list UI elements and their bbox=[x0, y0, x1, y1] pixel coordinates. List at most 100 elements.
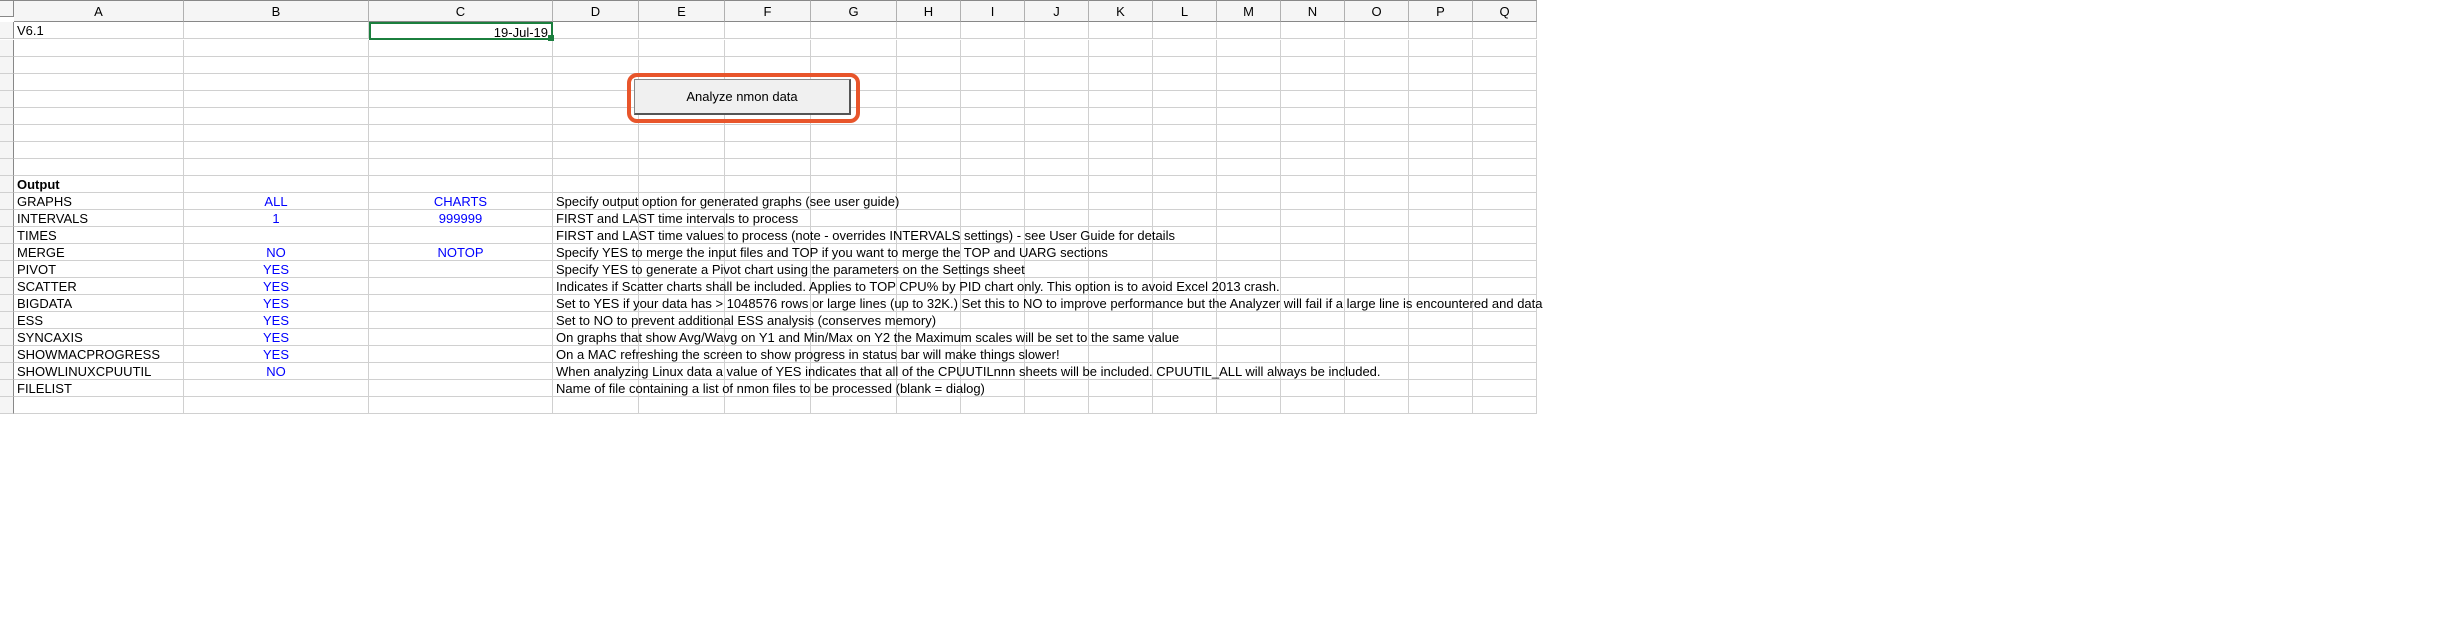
cell[interactable] bbox=[961, 193, 1025, 210]
row-header[interactable] bbox=[0, 210, 14, 227]
cell[interactable] bbox=[1089, 22, 1153, 39]
cell[interactable] bbox=[1409, 380, 1473, 397]
cell[interactable] bbox=[553, 91, 639, 108]
cell[interactable] bbox=[1473, 142, 1537, 159]
cell[interactable] bbox=[184, 125, 369, 142]
cell[interactable] bbox=[1345, 57, 1409, 74]
column-header-D[interactable]: D bbox=[553, 0, 639, 22]
cell[interactable] bbox=[1281, 380, 1345, 397]
cell[interactable] bbox=[639, 40, 725, 57]
cell[interactable] bbox=[1345, 74, 1409, 91]
cell[interactable] bbox=[1281, 397, 1345, 414]
cell[interactable] bbox=[811, 57, 897, 74]
cell[interactable] bbox=[369, 142, 553, 159]
column-header-J[interactable]: J bbox=[1025, 0, 1089, 22]
setting-name[interactable]: BIGDATA bbox=[14, 295, 184, 312]
cell[interactable] bbox=[1409, 363, 1473, 380]
row-header[interactable] bbox=[0, 193, 14, 210]
cell[interactable] bbox=[184, 108, 369, 125]
row-header[interactable] bbox=[0, 346, 14, 363]
row-header[interactable] bbox=[0, 40, 14, 57]
cell[interactable] bbox=[1025, 159, 1089, 176]
cell[interactable] bbox=[1473, 244, 1537, 261]
cell[interactable] bbox=[1473, 380, 1537, 397]
cell[interactable] bbox=[1089, 108, 1153, 125]
cell[interactable] bbox=[553, 108, 639, 125]
cell-version[interactable]: V6.1 bbox=[14, 22, 184, 39]
cell[interactable] bbox=[1025, 312, 1089, 329]
column-header-M[interactable]: M bbox=[1217, 0, 1281, 22]
cell[interactable] bbox=[1089, 40, 1153, 57]
cell[interactable] bbox=[1153, 142, 1217, 159]
column-header-O[interactable]: O bbox=[1345, 0, 1409, 22]
cell[interactable] bbox=[1217, 193, 1281, 210]
setting-value-c[interactable] bbox=[369, 295, 553, 312]
cell[interactable] bbox=[961, 57, 1025, 74]
cell[interactable] bbox=[553, 57, 639, 74]
setting-name[interactable]: TIMES bbox=[14, 227, 184, 244]
cell[interactable] bbox=[1089, 57, 1153, 74]
cell[interactable] bbox=[1153, 346, 1217, 363]
cell[interactable] bbox=[369, 176, 553, 193]
setting-value-c[interactable] bbox=[369, 380, 553, 397]
cell[interactable] bbox=[1025, 22, 1089, 39]
cell[interactable] bbox=[1089, 210, 1153, 227]
cell[interactable] bbox=[1281, 278, 1345, 295]
analyze-nmon-data-button[interactable]: Analyze nmon data bbox=[634, 79, 851, 115]
cell[interactable] bbox=[897, 142, 961, 159]
column-header-K[interactable]: K bbox=[1089, 0, 1153, 22]
setting-name[interactable]: SYNCAXIS bbox=[14, 329, 184, 346]
cell[interactable] bbox=[725, 125, 811, 142]
cell[interactable] bbox=[1217, 159, 1281, 176]
cell[interactable] bbox=[897, 22, 961, 39]
cell[interactable] bbox=[1153, 22, 1217, 39]
setting-description[interactable]: Set to YES if your data has > 1048576 ro… bbox=[553, 295, 639, 312]
cell[interactable] bbox=[961, 74, 1025, 91]
cell[interactable] bbox=[1281, 244, 1345, 261]
cell[interactable] bbox=[1473, 91, 1537, 108]
cell[interactable] bbox=[1089, 159, 1153, 176]
cell[interactable] bbox=[1089, 312, 1153, 329]
cell[interactable] bbox=[1153, 210, 1217, 227]
cell[interactable] bbox=[1281, 125, 1345, 142]
setting-value-b[interactable] bbox=[184, 380, 369, 397]
cell[interactable] bbox=[1281, 142, 1345, 159]
cell[interactable] bbox=[811, 397, 897, 414]
setting-name[interactable]: ESS bbox=[14, 312, 184, 329]
cell[interactable] bbox=[1217, 210, 1281, 227]
cell[interactable] bbox=[1153, 40, 1217, 57]
cell[interactable] bbox=[369, 397, 553, 414]
cell[interactable] bbox=[811, 22, 897, 39]
cell[interactable] bbox=[1345, 278, 1409, 295]
cell[interactable] bbox=[1345, 380, 1409, 397]
cell[interactable] bbox=[961, 108, 1025, 125]
cell[interactable] bbox=[1217, 329, 1281, 346]
row-header[interactable] bbox=[0, 380, 14, 397]
cell[interactable] bbox=[725, 176, 811, 193]
cell[interactable] bbox=[1473, 74, 1537, 91]
cell[interactable] bbox=[1217, 227, 1281, 244]
cell[interactable] bbox=[1409, 210, 1473, 227]
setting-value-b[interactable]: NO bbox=[184, 363, 369, 380]
cell[interactable] bbox=[1281, 22, 1345, 39]
cell[interactable] bbox=[14, 108, 184, 125]
cell[interactable] bbox=[1217, 312, 1281, 329]
cell[interactable] bbox=[369, 108, 553, 125]
cell[interactable] bbox=[1089, 346, 1153, 363]
cell[interactable] bbox=[897, 57, 961, 74]
cell[interactable] bbox=[1281, 329, 1345, 346]
output-section-header[interactable]: Output bbox=[14, 176, 184, 193]
cell[interactable] bbox=[961, 91, 1025, 108]
cell[interactable] bbox=[553, 397, 639, 414]
cell[interactable] bbox=[811, 176, 897, 193]
cell[interactable] bbox=[1281, 312, 1345, 329]
cell[interactable] bbox=[639, 57, 725, 74]
cell[interactable] bbox=[1409, 74, 1473, 91]
cell[interactable] bbox=[897, 74, 961, 91]
cell[interactable] bbox=[1153, 397, 1217, 414]
cell[interactable] bbox=[1217, 40, 1281, 57]
cell[interactable] bbox=[1345, 40, 1409, 57]
cell[interactable] bbox=[961, 159, 1025, 176]
setting-name[interactable]: SHOWLINUXCPUUTIL bbox=[14, 363, 184, 380]
row-header[interactable] bbox=[0, 227, 14, 244]
